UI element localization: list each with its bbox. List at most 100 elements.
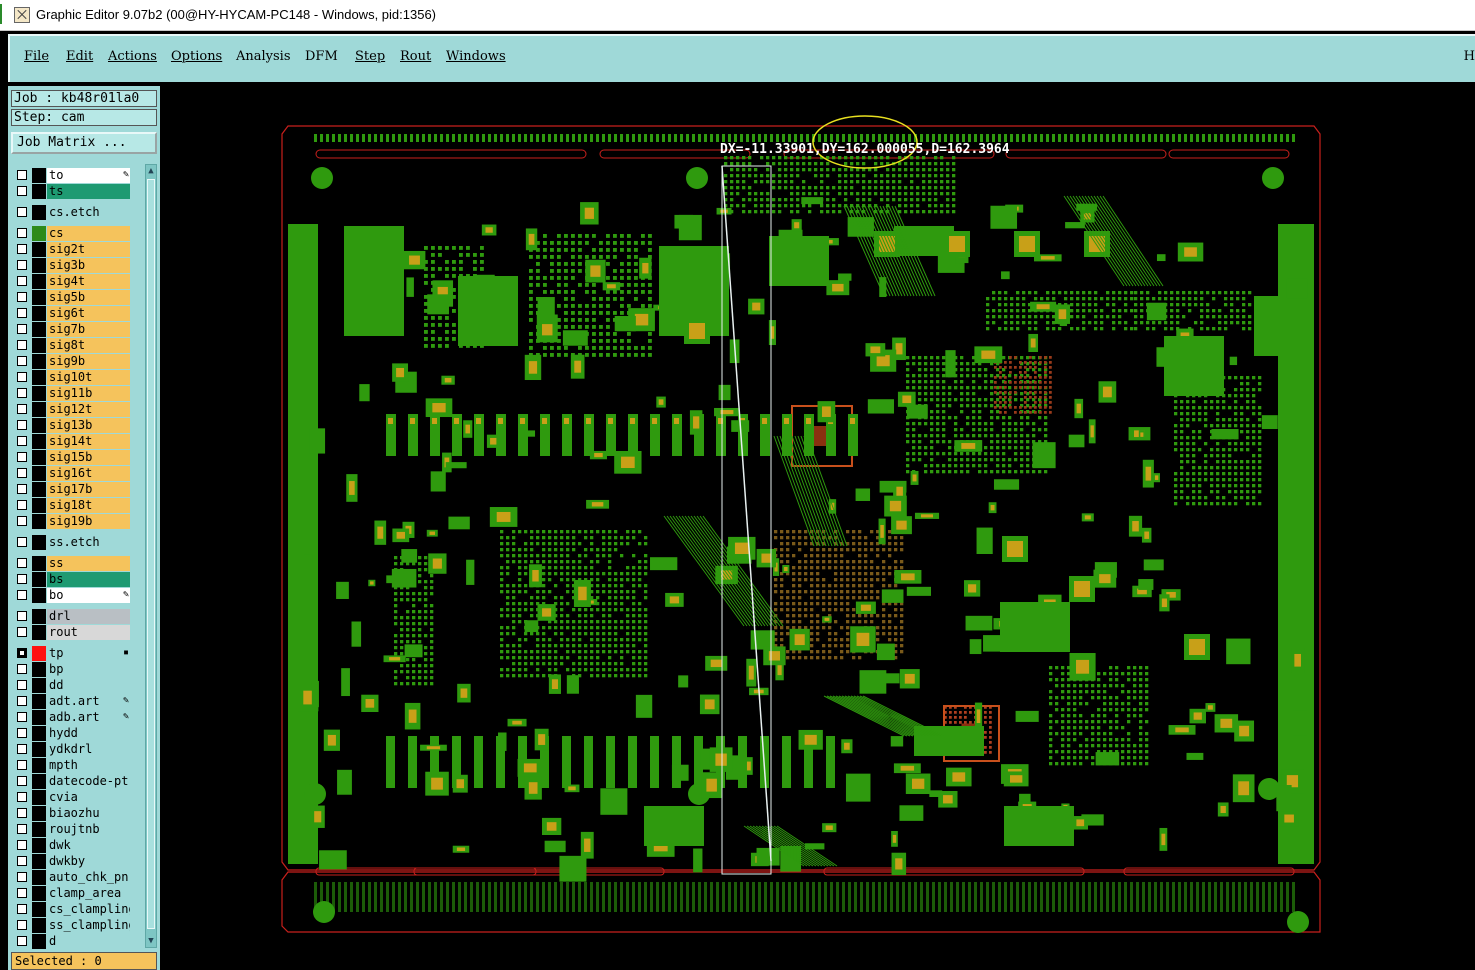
layer-color-swatch[interactable]: [32, 338, 46, 353]
layer-row-ss[interactable]: ss: [11, 556, 133, 571]
layer-checkbox[interactable]: [17, 808, 27, 818]
layer-name[interactable]: hydd: [47, 726, 130, 741]
layer-row-sig18t[interactable]: sig18t: [11, 498, 133, 513]
layer-row-sig17b[interactable]: sig17b: [11, 482, 133, 497]
menu-rout[interactable]: Rout: [400, 49, 431, 64]
layer-checkbox[interactable]: [17, 872, 27, 882]
layer-color-swatch[interactable]: [32, 625, 46, 640]
layer-color-swatch[interactable]: [32, 774, 46, 789]
layer-checkbox[interactable]: [17, 420, 27, 430]
layer-checkbox[interactable]: [17, 292, 27, 302]
layer-checkbox[interactable]: [17, 244, 27, 254]
layer-name[interactable]: sig6t: [47, 306, 130, 321]
layer-color-swatch[interactable]: [32, 854, 46, 869]
layer-checkbox[interactable]: [17, 186, 27, 196]
layer-color-swatch[interactable]: [32, 386, 46, 401]
layer-row-sig10t[interactable]: sig10t: [11, 370, 133, 385]
layer-color-swatch[interactable]: [32, 205, 46, 220]
layer-name[interactable]: mpth: [47, 758, 130, 773]
layer-name[interactable]: sig5b: [47, 290, 130, 305]
layer-color-swatch[interactable]: [32, 572, 46, 587]
layer-color-swatch[interactable]: [32, 535, 46, 550]
layer-row-dwk[interactable]: dwk: [11, 838, 133, 853]
layer-name[interactable]: sig7b: [47, 322, 130, 337]
layer-checkbox[interactable]: [17, 558, 27, 568]
layer-name[interactable]: sig3b: [47, 258, 130, 273]
menu-step[interactable]: Step: [355, 49, 385, 64]
layer-color-swatch[interactable]: [32, 354, 46, 369]
layer-row-sig7b[interactable]: sig7b: [11, 322, 133, 337]
layer-color-swatch[interactable]: [32, 694, 46, 709]
layer-color-swatch[interactable]: [32, 498, 46, 513]
layer-row-mpth[interactable]: mpth: [11, 758, 133, 773]
layer-checkbox[interactable]: [17, 356, 27, 366]
layer-row-sig19b[interactable]: sig19b: [11, 514, 133, 529]
layer-row-ss-clampling[interactable]: ss_clampling: [11, 918, 133, 933]
layer-checkbox[interactable]: [17, 574, 27, 584]
layer-checkbox[interactable]: [17, 260, 27, 270]
layer-checkbox[interactable]: [17, 760, 27, 770]
layer-row-drl[interactable]: drl: [11, 609, 133, 624]
layer-color-swatch[interactable]: [32, 514, 46, 529]
layer-row-ts[interactable]: ts: [11, 184, 133, 199]
layer-checkbox[interactable]: [17, 904, 27, 914]
layer-name[interactable]: sig11b: [47, 386, 130, 401]
layer-row-cs-clampling[interactable]: cs_clampling: [11, 902, 133, 917]
layer-name[interactable]: sig17b: [47, 482, 130, 497]
graphic-canvas[interactable]: DX=-11.33901,DY=162.000055,D=162.3964: [164, 86, 1475, 970]
layer-checkbox[interactable]: [17, 888, 27, 898]
layer-checkbox[interactable]: [17, 920, 27, 930]
layer-row-sig2t[interactable]: sig2t: [11, 242, 133, 257]
layer-row-bp[interactable]: bp: [11, 662, 133, 677]
menu-actions[interactable]: Actions: [108, 49, 157, 64]
layer-name[interactable]: dwk: [47, 838, 130, 853]
layer-color-swatch[interactable]: [32, 742, 46, 757]
layer-checkbox[interactable]: [17, 728, 27, 738]
layer-name[interactable]: sig9b: [47, 354, 130, 369]
layer-color-swatch[interactable]: [32, 646, 46, 661]
layer-name[interactable]: adb.art: [47, 710, 130, 725]
layer-checkbox[interactable]: [17, 308, 27, 318]
layer-checkbox[interactable]: [17, 404, 27, 414]
layer-color-swatch[interactable]: [32, 370, 46, 385]
layer-name[interactable]: biaozhu: [47, 806, 130, 821]
layer-row-bo[interactable]: bo ✎: [11, 588, 133, 603]
layer-checkbox[interactable]: [17, 516, 27, 526]
layer-row-sig6t[interactable]: sig6t: [11, 306, 133, 321]
layer-color-swatch[interactable]: [32, 556, 46, 571]
layer-name[interactable]: bo: [47, 588, 130, 603]
layer-color-swatch[interactable]: [32, 402, 46, 417]
layer-color-swatch[interactable]: [32, 934, 46, 949]
layer-color-swatch[interactable]: [32, 609, 46, 624]
layer-name[interactable]: dwkby: [47, 854, 130, 869]
layer-row-sig15b[interactable]: sig15b: [11, 450, 133, 465]
layer-checkbox[interactable]: [17, 664, 27, 674]
menu-overflow-label[interactable]: H: [1464, 49, 1475, 64]
layer-name[interactable]: sig12t: [47, 402, 130, 417]
layer-checkbox[interactable]: [17, 824, 27, 834]
layer-name[interactable]: ss.etch: [47, 535, 130, 550]
layer-checkbox[interactable]: [17, 611, 27, 621]
layer-color-swatch[interactable]: [32, 226, 46, 241]
layer-color-swatch[interactable]: [32, 662, 46, 677]
layer-row-cs-etch[interactable]: cs.etch: [11, 205, 133, 220]
menu-analysis[interactable]: Analysis: [236, 49, 291, 64]
layer-color-swatch[interactable]: [32, 434, 46, 449]
layer-checkbox[interactable]: [17, 207, 27, 217]
layer-row-cvia[interactable]: cvia: [11, 790, 133, 805]
layer-checkbox[interactable]: [17, 468, 27, 478]
layer-checkbox[interactable]: [17, 696, 27, 706]
layer-row-datecode-pt[interactable]: datecode-pt: [11, 774, 133, 789]
menu-windows[interactable]: Windows: [446, 49, 506, 64]
layer-name[interactable]: sig4t: [47, 274, 130, 289]
layer-name[interactable]: datecode-pt: [47, 774, 130, 789]
layer-color-swatch[interactable]: [32, 918, 46, 933]
layer-color-swatch[interactable]: [32, 678, 46, 693]
layer-row-sig13b[interactable]: sig13b: [11, 418, 133, 433]
layer-name[interactable]: cs_clampling: [47, 902, 130, 917]
layer-row-cs[interactable]: cs: [11, 226, 133, 241]
layer-checkbox[interactable]: [17, 500, 27, 510]
layer-row-sig11b[interactable]: sig11b: [11, 386, 133, 401]
layer-row-adb-art[interactable]: adb.art ✎: [11, 710, 133, 725]
layer-row-sig16t[interactable]: sig16t: [11, 466, 133, 481]
